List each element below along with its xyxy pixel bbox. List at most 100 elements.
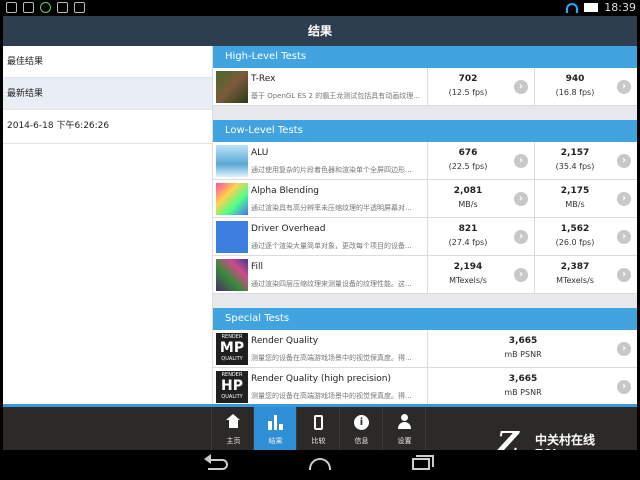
test-description: 通过渲染四层压缩纹理来测量设备的纹理性能。这... — [251, 280, 412, 288]
chevron-right-icon[interactable]: › — [514, 268, 528, 282]
score: 821 — [458, 224, 478, 234]
trex-thumbnail — [216, 71, 248, 103]
result-cell-onscreen[interactable]: 2,081 MB/s › — [427, 180, 534, 218]
chevron-right-icon[interactable]: › — [617, 230, 631, 244]
test-row-alpha-blending[interactable]: Alpha Blending 通过渲染具有高分辨率未压缩纹理的半透明屏幕对...… — [213, 180, 637, 218]
test-row-render-quality-hp[interactable]: RENDER HP QUALITY Render Quality (high p… — [213, 368, 637, 404]
alpha-blending-thumbnail — [216, 183, 248, 215]
home-button-icon[interactable] — [309, 458, 331, 470]
phone-icon — [314, 415, 323, 430]
score-unit: (27.4 fps) — [448, 238, 488, 247]
section-header-low-level: Low-Level Tests — [213, 120, 637, 142]
score-unit: mB PSNR — [504, 388, 542, 397]
user-icon-body — [398, 422, 411, 429]
score-unit: MB/s — [458, 200, 478, 209]
nav-label: 主页 — [226, 437, 241, 445]
app-icon — [40, 2, 51, 13]
score-unit: (35.4 fps) — [555, 162, 595, 171]
test-row-alu[interactable]: ALU 通过使用复杂的片段着色器和渲染单个全屏四边形... 676 (22.5 … — [213, 142, 637, 180]
sidebar: 最佳结果 最新结果 2014-6-18 下午6:26:26 — [3, 46, 213, 404]
recent-apps-icon[interactable] — [412, 458, 430, 470]
result-cell-onscreen[interactable]: 821 (27.4 fps) › — [427, 218, 534, 256]
render-quality-mp-logo: RENDER MP QUALITY — [216, 333, 248, 365]
test-name: Fill — [251, 262, 264, 272]
page-title: 结果 — [3, 16, 637, 46]
user-icon — [401, 414, 408, 421]
chevron-right-icon[interactable]: › — [617, 80, 631, 94]
score: 676 — [458, 148, 478, 158]
fill-thumbnail — [216, 259, 248, 291]
gamepad-icon — [57, 2, 68, 13]
notification-icons — [6, 2, 85, 13]
chevron-right-icon[interactable]: › — [617, 342, 631, 356]
result-cell[interactable]: 3,665 mB PSNR › — [427, 368, 637, 404]
score: 2,194 — [453, 262, 483, 272]
system-navigation-bar — [0, 450, 640, 480]
result-cell-onscreen[interactable]: 702 (12.5 fps) › — [427, 68, 534, 106]
results-panel: High-Level Tests T-Rex 基于 OpenGL ES 2 的霸… — [213, 46, 637, 404]
nav-label: 设置 — [397, 437, 412, 445]
chevron-right-icon[interactable]: › — [617, 268, 631, 282]
chevron-right-icon[interactable]: › — [617, 192, 631, 206]
score: 2,387 — [560, 262, 590, 272]
nav-compare[interactable]: 比较 — [297, 407, 340, 450]
result-cell-onscreen[interactable]: 2,194 MTexels/s › — [427, 256, 534, 294]
test-name: T-Rex — [251, 74, 276, 84]
test-name: ALU — [251, 148, 269, 158]
chevron-right-icon[interactable]: › — [514, 154, 528, 168]
result-cell[interactable]: 3,665 mB PSNR › — [427, 330, 637, 368]
result-cell-offscreen[interactable]: 2,387 MTexels/s › — [534, 256, 637, 294]
nav-info[interactable]: i 信息 — [340, 407, 383, 450]
nav-results[interactable]: 结果 — [254, 407, 297, 450]
home-icon-body — [229, 420, 238, 428]
test-row-driver-overhead[interactable]: Driver Overhead 通过逐个渲染大量简单对象，更改每个项目的设备..… — [213, 218, 637, 256]
wifi-icon — [566, 2, 579, 13]
nav-settings[interactable]: 设置 — [383, 407, 426, 450]
score-unit: (16.8 fps) — [555, 88, 595, 97]
score: 2,157 — [560, 148, 590, 158]
chevron-right-icon[interactable]: › — [617, 380, 631, 394]
render-quality-hp-logo: RENDER HP QUALITY — [216, 371, 248, 403]
bar-chart-icon — [268, 415, 284, 430]
test-row-fill[interactable]: Fill 通过渲染四层压缩纹理来测量设备的纹理性能。这... 2,194 MTe… — [213, 256, 637, 294]
nav-label: 比较 — [311, 437, 326, 445]
sidebar-item-result-date[interactable]: 2014-6-18 下午6:26:26 — [3, 110, 212, 144]
chevron-right-icon[interactable]: › — [514, 192, 528, 206]
chevron-right-icon[interactable]: › — [514, 230, 528, 244]
image-icon — [23, 2, 34, 13]
result-cell-offscreen[interactable]: 2,175 MB/s › — [534, 180, 637, 218]
info-icon: i — [354, 415, 369, 430]
chevron-right-icon[interactable]: › — [514, 80, 528, 94]
sidebar-item-latest-results[interactable]: 最新结果 — [3, 78, 212, 110]
test-row-render-quality[interactable]: RENDER MP QUALITY Render Quality 测量您的设备在… — [213, 330, 637, 368]
test-row-trex[interactable]: T-Rex 基于 OpenGL ES 2 的霸王龙测试包括具有动画纹理... 7… — [213, 68, 637, 106]
score: 3,665 — [508, 374, 538, 384]
usb-icon — [74, 2, 85, 13]
result-cell-offscreen[interactable]: 2,157 (35.4 fps) › — [534, 142, 637, 180]
result-cell-offscreen[interactable]: 940 (16.8 fps) › — [534, 68, 637, 106]
watermark-line1: 中关村在线 — [535, 433, 596, 447]
section-header-high-level: High-Level Tests — [213, 46, 637, 68]
score: 940 — [565, 74, 585, 84]
system-icons: 18:39 — [566, 1, 636, 14]
score-unit: MTexels/s — [556, 276, 594, 285]
back-icon[interactable] — [208, 459, 228, 470]
score-unit: (22.5 fps) — [448, 162, 488, 171]
result-cell-offscreen[interactable]: 1,562 (26.0 fps) › — [534, 218, 637, 256]
sidebar-item-best-results[interactable]: 最佳结果 — [3, 46, 212, 78]
score: 2,081 — [453, 186, 483, 196]
score-unit: mB PSNR — [504, 350, 542, 359]
nav-home[interactable]: 主页 — [211, 407, 254, 450]
alu-thumbnail — [216, 145, 248, 177]
chevron-right-icon[interactable]: › — [617, 154, 631, 168]
test-name: Render Quality (high precision) — [251, 374, 392, 384]
test-name: Driver Overhead — [251, 224, 326, 234]
test-description: 测量您的设备在高端游戏场景中的视觉保真度。得... — [251, 392, 412, 400]
score: 1,562 — [560, 224, 590, 234]
score-unit: (26.0 fps) — [555, 238, 595, 247]
result-cell-onscreen[interactable]: 676 (22.5 fps) › — [427, 142, 534, 180]
nav-label: 信息 — [354, 437, 369, 445]
score: 3,665 — [508, 336, 538, 346]
test-name: Alpha Blending — [251, 186, 319, 196]
